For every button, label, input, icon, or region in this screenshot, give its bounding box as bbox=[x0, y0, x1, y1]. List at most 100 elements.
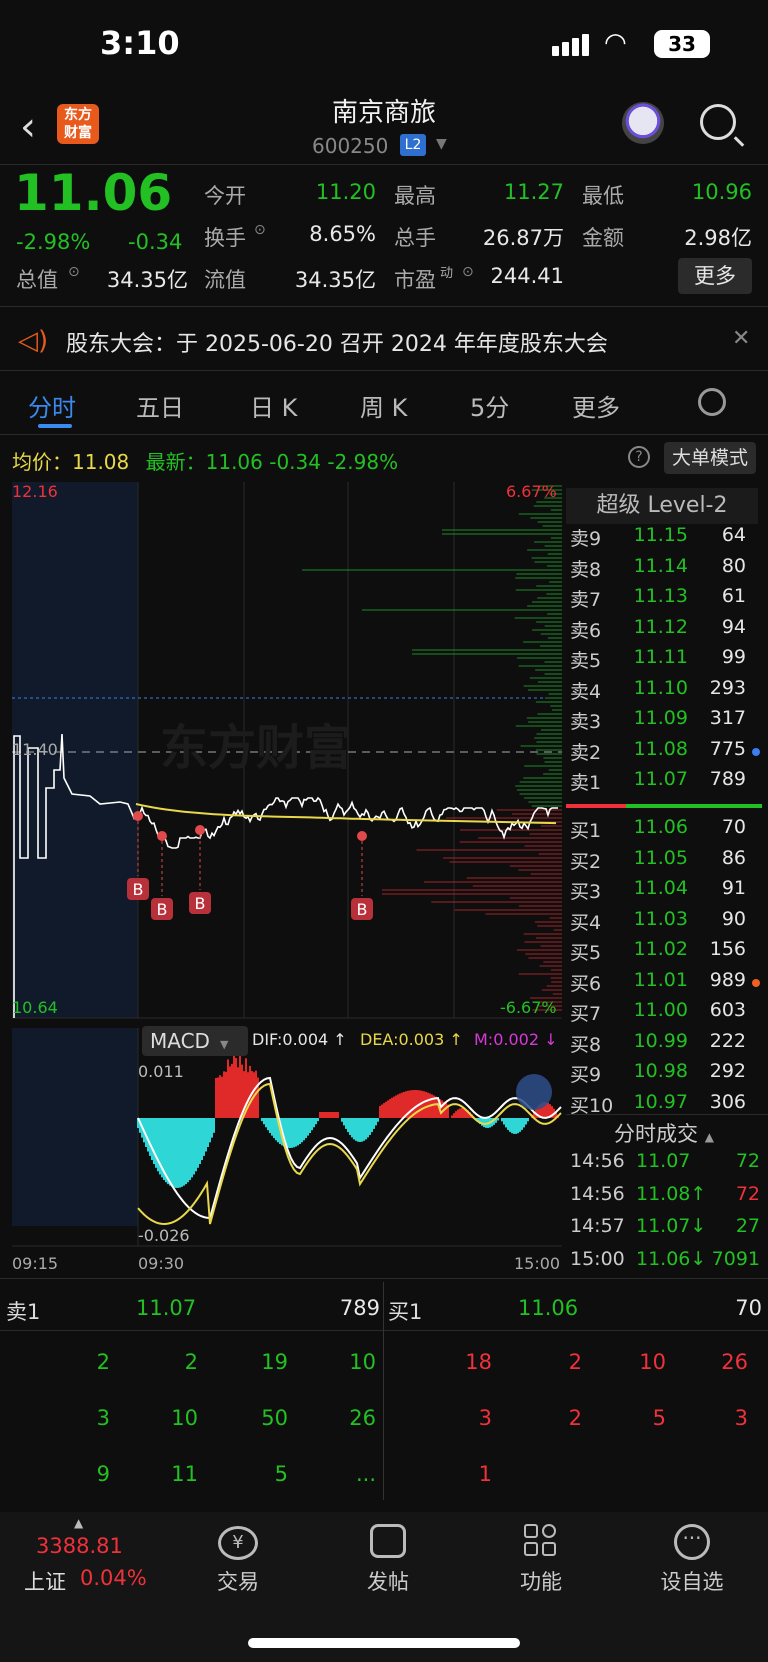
macd-histogram bbox=[137, 1052, 559, 1188]
info-icon[interactable]: ⊙ bbox=[462, 264, 474, 280]
tab-five-day[interactable]: 五日 bbox=[136, 388, 184, 423]
chart-prev-close: 11.40 bbox=[12, 740, 58, 759]
bid-row[interactable]: 买4 11.03 90 bbox=[570, 908, 760, 938]
bid-row[interactable]: 买5 11.02 156 bbox=[570, 938, 760, 968]
macd-selector[interactable]: MACD ▼ bbox=[142, 1026, 248, 1056]
chevron-down-icon[interactable]: ▼ bbox=[436, 136, 447, 152]
trade-row[interactable]: 14:57 11.07↓ 27 bbox=[570, 1215, 760, 1245]
bid-row[interactable]: 买3 11.04 91 bbox=[570, 877, 760, 907]
sell-queue-item: 3 bbox=[96, 1406, 110, 1430]
tab-post[interactable]: 发帖 bbox=[338, 1566, 438, 1596]
ask-vol: 80 bbox=[721, 554, 746, 577]
search-icon[interactable] bbox=[700, 104, 736, 140]
back-icon[interactable]: ‹ bbox=[20, 104, 36, 150]
change-value: -0.34 bbox=[128, 230, 183, 254]
help-icon[interactable]: ? bbox=[628, 446, 650, 468]
stock-name[interactable]: 南京商旅 bbox=[284, 92, 484, 129]
bid-price: 11.01 bbox=[633, 968, 688, 991]
tab-intraday[interactable]: 分时 bbox=[28, 388, 76, 423]
level2-title[interactable]: 超级 Level-2 bbox=[566, 488, 758, 524]
watermark: 东方财富 bbox=[160, 720, 352, 776]
buy-queue-item: 10 bbox=[639, 1350, 666, 1374]
low-value: 10.96 bbox=[691, 180, 752, 204]
ask-row[interactable]: 卖7 11.13 61 bbox=[570, 585, 760, 615]
post-icon[interactable] bbox=[370, 1524, 406, 1558]
bid-price: 10.97 bbox=[633, 1090, 688, 1113]
battery-icon: 33 bbox=[654, 30, 710, 58]
info-icon[interactable]: ⊙ bbox=[68, 264, 80, 280]
index-pct[interactable]: 0.04% bbox=[80, 1566, 147, 1590]
bid-row[interactable]: 买8 10.99 222 bbox=[570, 1030, 760, 1060]
bid-price: 11.04 bbox=[633, 877, 688, 899]
more-icon[interactable]: ··· bbox=[674, 1524, 710, 1560]
buy-marker[interactable]: B bbox=[151, 831, 173, 920]
info-icon[interactable]: ⊙ bbox=[254, 222, 266, 238]
big-order-mode-button[interactable]: 大单模式 bbox=[664, 442, 756, 474]
tab-five-minute[interactable]: 5分 bbox=[470, 388, 509, 423]
intraday-chart[interactable]: 东方财富 BB B B bbox=[0, 478, 566, 1258]
ask-row[interactable]: 卖9 11.15 64 bbox=[570, 524, 760, 554]
ask-price: 11.09 bbox=[633, 707, 688, 729]
trade-time: 15:00 bbox=[570, 1247, 625, 1270]
trades-title[interactable]: 分时成交 ▲ bbox=[566, 1118, 762, 1148]
time-open: 09:30 bbox=[138, 1254, 185, 1273]
avg-row: 均价：11.08 最新：11.06 -0.34 -2.98% bbox=[12, 446, 398, 475]
more-button[interactable]: 更多 bbox=[678, 258, 752, 294]
tab-daily-k[interactable]: 日 K bbox=[250, 388, 297, 423]
sell-queue-item: ... bbox=[355, 1462, 376, 1486]
bid-vol: 70 bbox=[721, 816, 746, 838]
bid-vol: 292 bbox=[709, 1060, 746, 1082]
close-icon[interactable]: ✕ bbox=[732, 326, 750, 351]
expand-icon[interactable] bbox=[516, 1074, 552, 1110]
tab-trade[interactable]: 交易 bbox=[188, 1566, 288, 1596]
bid-price: 10.99 bbox=[633, 1029, 688, 1052]
tab-more[interactable]: 更多 bbox=[572, 388, 620, 423]
ask-row[interactable]: 卖6 11.12 94 bbox=[570, 616, 760, 646]
bid-row[interactable]: 买1 11.06 70 bbox=[570, 816, 760, 846]
tab-functions[interactable]: 功能 bbox=[491, 1566, 591, 1596]
gear-icon[interactable] bbox=[698, 388, 726, 416]
wifi-icon: ◠ bbox=[604, 28, 627, 58]
sell-queue-item: 50 bbox=[261, 1406, 288, 1430]
tab-weekly-k[interactable]: 周 K bbox=[360, 388, 407, 423]
index-name[interactable]: 上证 bbox=[24, 1566, 66, 1596]
last-price: 11.06 bbox=[14, 164, 173, 222]
bid-row[interactable]: 买7 11.00 603 bbox=[570, 999, 760, 1029]
dif-value: DIF:0.004 ↑ bbox=[252, 1030, 347, 1049]
chevron-up-icon[interactable]: ▲ bbox=[74, 1516, 83, 1530]
svg-text:B: B bbox=[195, 894, 206, 913]
trade-price: 11.06↓ bbox=[636, 1247, 707, 1270]
notice-text[interactable]: 股东大会：于 2025-06-20 召开 2024 年年度股东大会 bbox=[66, 326, 608, 358]
index-value[interactable]: 3388.81 bbox=[36, 1534, 123, 1558]
ask-row[interactable]: 卖3 11.09 317 bbox=[570, 707, 760, 737]
ask-vol: 293 bbox=[709, 676, 746, 699]
ask-row[interactable]: 卖2 11.08 775 bbox=[570, 738, 760, 768]
ask-row[interactable]: 卖4 11.10 293 bbox=[570, 677, 760, 707]
trade-row[interactable]: 14:56 11.07 72 bbox=[570, 1150, 760, 1180]
ask-row[interactable]: 卖8 11.14 80 bbox=[570, 555, 760, 585]
trade-price: 11.07 bbox=[636, 1150, 691, 1172]
avg-label: 均价： bbox=[12, 450, 72, 474]
bid-row[interactable]: 买6 11.01 989 bbox=[570, 969, 760, 999]
ask-row[interactable]: 卖5 11.11 99 bbox=[570, 646, 760, 676]
assistant-robot-icon[interactable] bbox=[622, 102, 664, 144]
bid-row[interactable]: 买2 11.05 86 bbox=[570, 847, 760, 877]
ask-vol: 61 bbox=[721, 585, 746, 607]
tab-watchlist[interactable]: 设自选 bbox=[642, 1566, 742, 1596]
trade-vol: 7091 bbox=[711, 1247, 760, 1270]
ask-row[interactable]: 卖1 11.07 789 bbox=[570, 768, 760, 798]
grid-icon[interactable] bbox=[524, 1524, 558, 1558]
sell-queue-item: 10 bbox=[171, 1406, 198, 1430]
sell-queue-item: 19 bbox=[261, 1350, 288, 1374]
stock-code[interactable]: 600250 bbox=[312, 134, 388, 158]
bid-label: 买6 bbox=[570, 972, 602, 995]
bid-row[interactable]: 买9 10.98 292 bbox=[570, 1060, 760, 1090]
divider bbox=[0, 1330, 768, 1331]
bid-row[interactable]: 买10 10.97 306 bbox=[570, 1091, 760, 1121]
sell1-price: 11.07 bbox=[136, 1296, 197, 1320]
ask-price: 11.10 bbox=[633, 676, 688, 699]
trade-row[interactable]: 14:56 11.08↑ 72 bbox=[570, 1183, 760, 1213]
trade-row[interactable]: 15:00 11.06↓ 7091 bbox=[570, 1248, 760, 1278]
buy-marker[interactable]: B bbox=[351, 831, 373, 920]
trade-icon[interactable]: ¥ bbox=[218, 1526, 258, 1560]
